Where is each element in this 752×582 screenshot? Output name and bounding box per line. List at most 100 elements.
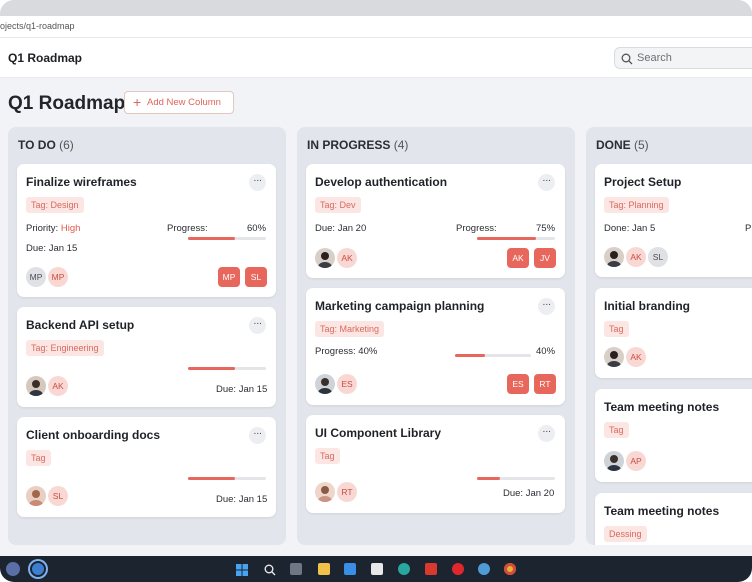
progress-label: Progress: bbox=[167, 223, 208, 234]
column-done: DONE (5) Project Setup Tag: Planning Don… bbox=[586, 127, 752, 545]
done-date: Done: Jan 5 bbox=[604, 223, 656, 234]
card-title: UI Component Library bbox=[315, 426, 442, 440]
page-toolbar: Q1 Roadmap + Add New Column bbox=[0, 78, 752, 126]
card-tag: Tag: Design bbox=[26, 197, 84, 213]
column-in-progress: IN PROGRESS (4) Develop authentication ·… bbox=[297, 127, 575, 545]
search-icon[interactable] bbox=[264, 563, 276, 576]
task-view-icon[interactable] bbox=[290, 563, 302, 575]
progress-bar bbox=[455, 354, 531, 357]
task-card[interactable]: Finalize wireframes ··· Tag: Design Prio… bbox=[17, 164, 276, 297]
edge-icon[interactable] bbox=[398, 563, 410, 575]
priority-label: Priority: bbox=[26, 223, 59, 234]
avatar-photo bbox=[604, 451, 624, 471]
task-card[interactable]: Develop authentication ··· Tag: Dev Due:… bbox=[306, 164, 565, 278]
progress-bar bbox=[477, 477, 555, 480]
avatar-photo bbox=[315, 482, 335, 502]
due-date: Due: Jan 20 bbox=[503, 488, 555, 499]
avatar: SL bbox=[648, 247, 668, 267]
assignee-chip: ES bbox=[507, 374, 529, 394]
add-column-button[interactable]: + Add New Column bbox=[124, 91, 234, 114]
card-tag: Dessing bbox=[604, 526, 647, 542]
avatar: AK bbox=[48, 376, 68, 396]
search-input[interactable]: Search bbox=[614, 47, 752, 69]
task-card[interactable]: Project Setup Tag: Planning Done: Jan 5 … bbox=[595, 164, 752, 277]
task-card[interactable]: UI Component Library ··· Tag RT Due: Jan… bbox=[306, 415, 565, 513]
card-tag: Tag bbox=[315, 448, 340, 464]
more-options-icon[interactable]: ··· bbox=[538, 425, 555, 442]
priority-value: High bbox=[60, 223, 81, 234]
progress-bar bbox=[188, 367, 266, 370]
avatar: AK bbox=[626, 347, 646, 367]
avatar-photo bbox=[315, 248, 335, 268]
column-count: (6) bbox=[59, 138, 74, 152]
chrome-icon[interactable] bbox=[504, 563, 516, 575]
card-tag: Tag bbox=[604, 422, 629, 438]
column-header: IN PROGRESS (4) bbox=[307, 138, 408, 152]
progress-label: Progress: bbox=[456, 223, 497, 234]
more-options-icon[interactable]: ··· bbox=[249, 427, 266, 444]
card-tag: Tag: Marketing bbox=[315, 321, 385, 337]
pdf-icon[interactable] bbox=[425, 563, 437, 575]
task-card[interactable]: Team meeting notes Tag AP bbox=[595, 389, 752, 482]
progress-fill bbox=[188, 367, 235, 370]
avatar: MP bbox=[26, 267, 46, 287]
avatar: AK bbox=[626, 247, 646, 267]
assignee-chip: JV bbox=[534, 248, 556, 268]
app-icon[interactable] bbox=[478, 563, 490, 575]
assignee-chip: SL bbox=[245, 267, 267, 287]
progress-fill bbox=[455, 354, 486, 357]
task-card[interactable]: Team meeting notes Dessing bbox=[595, 493, 752, 545]
more-options-icon[interactable]: ··· bbox=[249, 174, 266, 191]
progress-percent: 40% bbox=[536, 346, 556, 357]
avatar: SL bbox=[48, 486, 68, 506]
progress-text: Progress: 40% bbox=[315, 346, 378, 357]
column-name: TO DO bbox=[18, 138, 56, 152]
progress-bar bbox=[188, 237, 266, 240]
avatar: ES bbox=[337, 374, 357, 394]
mail-icon[interactable] bbox=[344, 563, 356, 575]
more-options-icon[interactable]: ··· bbox=[249, 317, 266, 334]
app-title: Q1 Roadmap bbox=[8, 51, 83, 65]
priority-text: Priority: High bbox=[26, 223, 80, 234]
search-placeholder: Search bbox=[637, 52, 672, 64]
kanban-board: TO DO (6) Finalize wireframes ··· Tag: D… bbox=[0, 126, 752, 556]
task-card[interactable]: Initial branding Tag AK bbox=[595, 288, 752, 378]
progress-fill bbox=[477, 237, 536, 240]
card-title: Develop authentication bbox=[315, 175, 448, 189]
browser-tab-strip bbox=[0, 0, 752, 16]
task-card[interactable]: Client onboarding docs ··· Tag SL Due: J… bbox=[17, 417, 276, 517]
card-tag: Tag: Dev bbox=[315, 197, 361, 213]
card-title: Team meeting notes bbox=[604, 400, 720, 414]
column-count: (5) bbox=[634, 138, 649, 152]
column-header: DONE (5) bbox=[596, 138, 649, 152]
task-card[interactable]: Backend API setup ··· Tag: Engineering A… bbox=[17, 307, 276, 407]
task-card[interactable]: Marketing campaign planning ··· Tag: Mar… bbox=[306, 288, 565, 405]
progress-fill bbox=[188, 237, 235, 240]
due-date: Due: Jan 15 bbox=[216, 494, 268, 505]
avatar: MP bbox=[48, 267, 68, 287]
card-tag: Tag bbox=[604, 321, 629, 337]
more-options-icon[interactable]: ··· bbox=[538, 174, 555, 191]
windows-start-icon[interactable] bbox=[236, 563, 248, 576]
column-count: (4) bbox=[393, 138, 409, 152]
assignee-chip: MP bbox=[218, 267, 240, 287]
app-icon[interactable] bbox=[6, 562, 20, 576]
card-title: Team meeting notes bbox=[604, 504, 720, 518]
file-explorer-icon[interactable] bbox=[318, 563, 330, 575]
opera-icon[interactable] bbox=[452, 563, 464, 575]
progress-bar bbox=[477, 237, 555, 240]
address-bar[interactable]: ojects/q1-roadmap bbox=[0, 16, 752, 38]
card-title: Backend API setup bbox=[26, 318, 135, 332]
more-options-icon[interactable]: ··· bbox=[538, 298, 555, 315]
app-header: Q1 Roadmap Search bbox=[0, 38, 752, 78]
add-column-label: Add New Column bbox=[147, 97, 221, 108]
app-icon[interactable] bbox=[30, 561, 46, 577]
due-date: Due: Jan 20 bbox=[315, 223, 367, 234]
avatar: AP bbox=[626, 451, 646, 471]
avatar-photo bbox=[604, 247, 624, 267]
card-tag: Tag: Engineering bbox=[26, 340, 104, 356]
card-title: Project Setup bbox=[604, 175, 682, 189]
assignee-chip: RT bbox=[534, 374, 556, 394]
store-icon[interactable] bbox=[371, 563, 383, 575]
progress-label-clipped: P bbox=[745, 223, 752, 234]
